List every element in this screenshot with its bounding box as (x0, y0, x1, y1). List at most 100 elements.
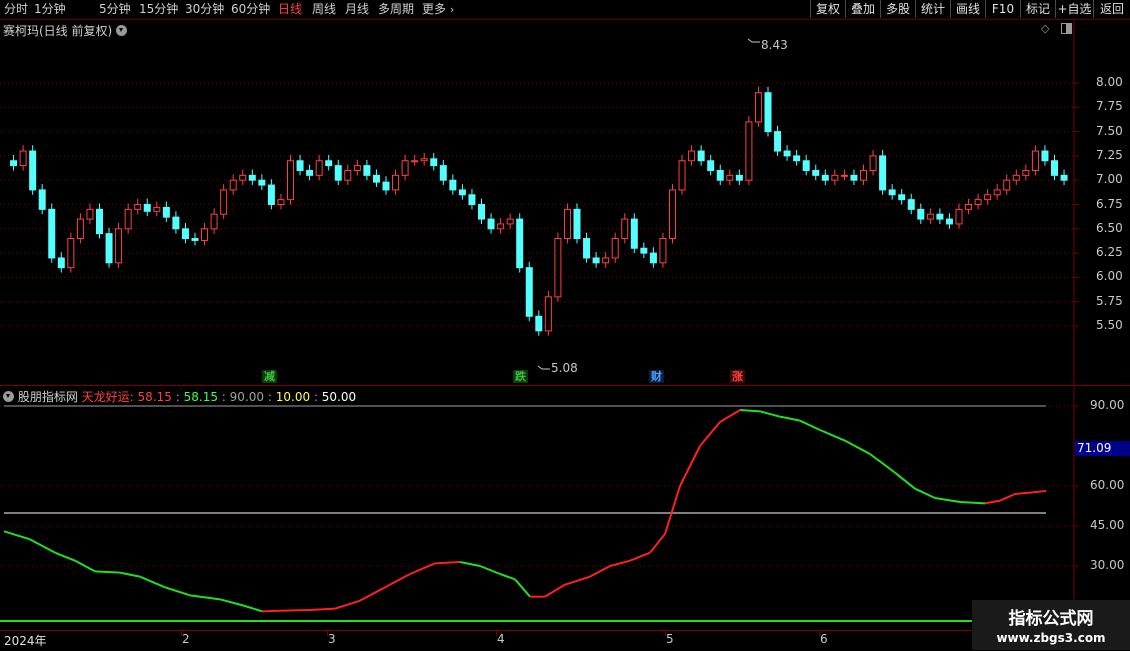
tab-15min[interactable]: 15分钟 (139, 1, 178, 17)
candle-body (392, 174, 400, 191)
candle-body (993, 189, 1001, 196)
tab-multi-period[interactable]: 多周期 (378, 1, 414, 17)
candle-body (1060, 174, 1068, 181)
candle-body (29, 150, 37, 191)
chevron-right-icon: › (449, 3, 455, 16)
tab-intraday[interactable]: 分时 (4, 1, 28, 17)
candle-body (688, 150, 696, 162)
indicator-segment (779, 415, 801, 422)
candle-body (955, 208, 963, 225)
candle-body (325, 160, 333, 167)
diamond-icon[interactable]: ◇ (1041, 22, 1049, 35)
candle-body (754, 92, 762, 123)
candle-body (401, 160, 409, 176)
candle-body (516, 218, 524, 269)
candle-body (153, 206, 161, 212)
time-label-apr: 4 (497, 632, 505, 646)
indicator-segment (164, 586, 191, 597)
candle-body (411, 160, 419, 163)
multi-stock-button[interactable]: 多股 (880, 0, 915, 18)
f10-button[interactable]: F10 (985, 0, 1020, 18)
indicator-header: 股朋指标网 天龙好运: 58.15 : 58.15 : 90.00 : 10.0… (3, 388, 356, 405)
candle-body (974, 199, 982, 205)
tab-more[interactable]: 更多 › (422, 1, 454, 17)
time-label-feb: 2 (182, 632, 190, 646)
indicator-value-3: 90.00 (229, 390, 265, 404)
indicator-axis-label: 30.00 (1090, 558, 1125, 572)
price-chart-title: 赛柯玛(日线 前复权) (3, 22, 128, 39)
tab-monthly[interactable]: 月线 (345, 1, 369, 17)
candle-body (764, 92, 772, 133)
dropdown-circle-icon[interactable] (116, 25, 128, 36)
price-panel: 赛柯玛(日线 前复权) ◇ 8.43 5.08 8.00 7.75 7.50 7.25… (0, 20, 1130, 384)
indicator-segment (649, 533, 666, 554)
tab-5min[interactable]: 5分钟 (99, 1, 131, 17)
indicator-segment (869, 453, 896, 474)
tab-daily[interactable]: 日线 (278, 1, 302, 17)
indicator-line (3, 409, 1047, 613)
candle-body (888, 189, 896, 196)
candle-body (143, 204, 151, 212)
fuquan-button[interactable]: 复权 (810, 0, 845, 18)
candle-body (487, 218, 495, 230)
statistics-button[interactable]: 统计 (915, 0, 950, 18)
tab-1min[interactable]: 1分钟 (34, 1, 66, 17)
indicator-segment (499, 573, 516, 581)
candle-body (115, 228, 123, 264)
candle-body (554, 238, 562, 298)
candle-body (544, 296, 552, 332)
candle-body (191, 238, 199, 241)
indicator-segment (459, 561, 481, 567)
candle-body (105, 233, 113, 264)
tab-60min[interactable]: 60分钟 (231, 1, 270, 17)
candle-body (1051, 160, 1058, 176)
candle-body (248, 174, 256, 181)
add-watchlist-button[interactable]: +自选 (1055, 0, 1093, 18)
price-axis-label: 7.50 (1096, 123, 1123, 138)
time-label-mar: 3 (328, 632, 336, 646)
candle-body (478, 204, 485, 220)
indicator-segment (514, 578, 531, 598)
indicator-segment (664, 485, 681, 535)
candle-body (439, 165, 447, 181)
indicator-segment (261, 609, 281, 613)
indicator-segment (359, 583, 391, 602)
indicator-chart[interactable] (0, 386, 1130, 631)
indicator-grid (0, 405, 1079, 567)
candle-body (726, 174, 734, 181)
candle-body (860, 169, 867, 181)
candle-body (898, 194, 906, 201)
draw-line-button[interactable]: 画线 (950, 0, 985, 18)
candle-body (210, 213, 218, 230)
candle-body (869, 155, 877, 171)
indicator-menu-circle-icon[interactable] (3, 391, 14, 402)
price-axis-label: 5.75 (1096, 293, 1123, 308)
candle-body (10, 160, 18, 167)
indicator-segment (219, 598, 246, 607)
overlay-button[interactable]: 叠加 (845, 0, 880, 18)
indicator-segment (984, 499, 1001, 505)
time-label-2024: 2024年 (4, 634, 47, 648)
candle-body (1012, 174, 1020, 181)
signal-fall: 跌 (513, 370, 528, 383)
back-button[interactable]: 返回 (1093, 0, 1130, 18)
panel-toggle-icon[interactable] (1061, 23, 1072, 34)
candle-body (372, 174, 380, 183)
tab-30min[interactable]: 30分钟 (185, 1, 224, 17)
high-marker-arrow (747, 38, 760, 43)
indicator-segment (1014, 491, 1031, 495)
candle-body (124, 208, 132, 230)
candle-body (468, 194, 476, 205)
indicator-value-5: 50.00 (321, 390, 357, 404)
tab-weekly[interactable]: 周线 (312, 1, 336, 17)
candle-body (774, 131, 782, 152)
mark-button[interactable]: 标记 (1020, 0, 1055, 18)
candle-body (1022, 169, 1030, 176)
candle-body (917, 208, 925, 220)
candlestick-chart[interactable] (0, 20, 1130, 384)
candle-body (172, 216, 180, 230)
current-value-tag: 71.09 (1075, 441, 1130, 456)
indicator-value-1: 58.15 (137, 390, 172, 404)
candle-body (936, 213, 944, 220)
candle-body (926, 213, 934, 220)
